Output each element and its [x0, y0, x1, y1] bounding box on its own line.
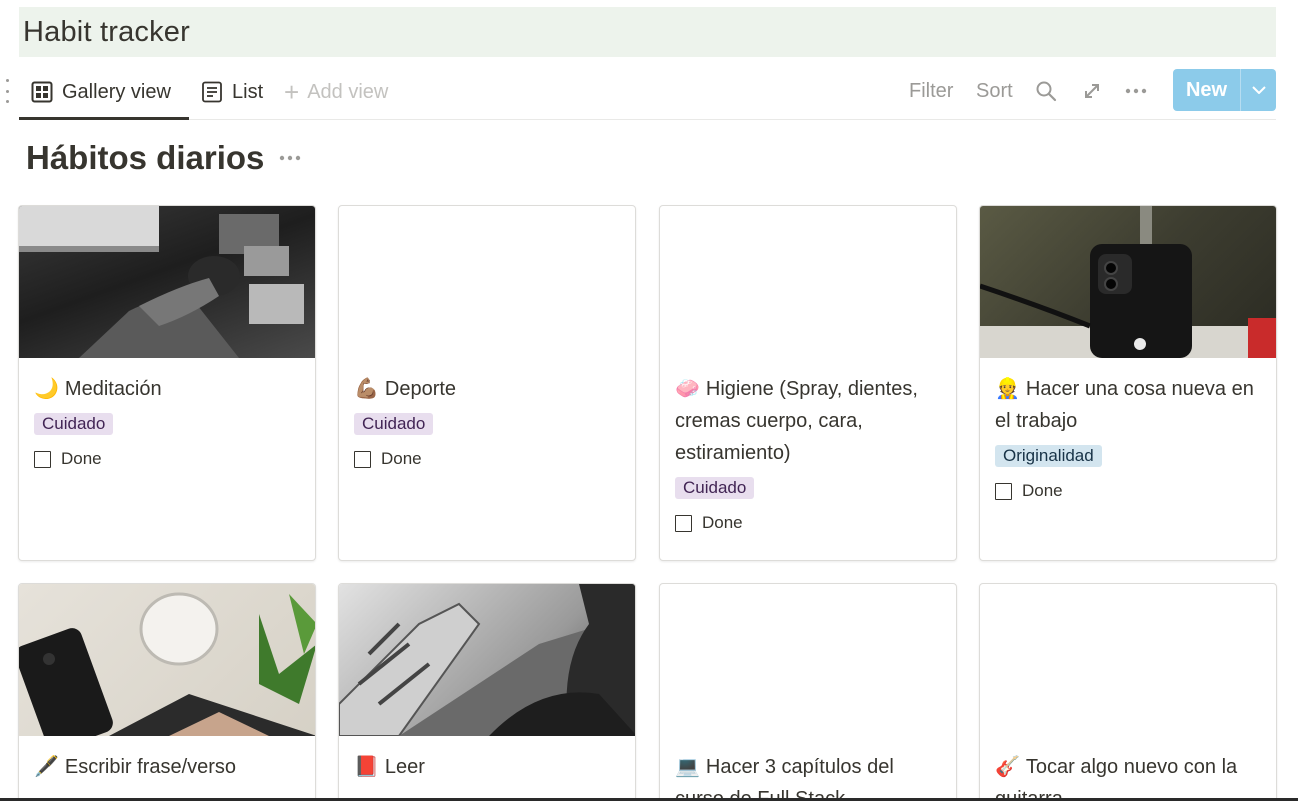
- gallery-card[interactable]: 💻 Hacer 3 capítulos del curso de Full Sta…: [659, 583, 957, 801]
- active-tab-indicator: [19, 117, 189, 120]
- card-title-text: Meditación: [64, 378, 162, 400]
- tag-badge: Cuidado: [354, 413, 434, 435]
- card-title-text: Leer: [384, 756, 425, 778]
- done-label: Done: [1022, 481, 1063, 500]
- new-button-label[interactable]: New: [1173, 69, 1240, 111]
- card-title[interactable]: 🖋️ Escribir frase/verso: [34, 750, 300, 783]
- done-label: Done: [381, 449, 422, 468]
- card-title[interactable]: 🧼 Higiene (Spray, dientes, cremas cuerpo,…: [675, 372, 941, 469]
- done-property: Done: [675, 513, 941, 533]
- plus-icon: +: [284, 77, 300, 107]
- more-options-icon[interactable]: [1123, 78, 1149, 104]
- database-title[interactable]: Hábitos diarios: [26, 136, 264, 180]
- card-cover-image: [19, 206, 315, 358]
- card-title-text: Deporte: [384, 378, 457, 400]
- card-cover-empty: [339, 206, 635, 358]
- card-title-text: Hacer una cosa nueva en el trabajo: [995, 378, 1254, 432]
- card-cover-image: [19, 584, 315, 736]
- list-doc-icon: [201, 81, 223, 103]
- drag-handle-icon[interactable]: [4, 79, 10, 103]
- card-title[interactable]: 🎸 Tocar algo nuevo con la guitarra: [995, 750, 1261, 801]
- gallery-card[interactable]: 📕 Leer: [338, 583, 636, 801]
- tab-gallery-label: Gallery view: [62, 80, 171, 103]
- soap-icon: 🧼: [675, 376, 700, 400]
- card-title-text: Higiene (Spray, dientes, cremas cuerpo, …: [675, 378, 918, 464]
- tag-badge: Cuidado: [675, 477, 755, 499]
- card-title[interactable]: 🌙 Meditación: [34, 372, 300, 405]
- sort-button[interactable]: Sort: [976, 80, 1013, 103]
- card-title[interactable]: 📕 Leer: [354, 750, 620, 783]
- gallery-grid-icon: [31, 81, 53, 103]
- page-title[interactable]: Habit tracker: [19, 7, 1276, 57]
- flexed-biceps-icon: 💪🏽: [354, 376, 379, 400]
- chevron-down-icon[interactable]: [1241, 69, 1276, 111]
- card-title-text: Escribir frase/verso: [64, 756, 237, 778]
- gallery-card[interactable]: 🎸 Tocar algo nuevo con la guitarra: [979, 583, 1277, 801]
- tab-gallery-view[interactable]: Gallery view: [31, 64, 171, 120]
- card-title-text: Hacer 3 capítulos del curso de Full Stac…: [675, 756, 894, 801]
- card-cover-empty: [980, 584, 1276, 736]
- gallery-card[interactable]: 🌙 Meditación Cuidado Done: [18, 205, 316, 561]
- done-property: Done: [995, 481, 1261, 501]
- card-cover-empty: [660, 206, 956, 358]
- done-property: Done: [34, 449, 300, 469]
- done-checkbox[interactable]: [354, 450, 371, 468]
- gallery-card[interactable]: 👷 Hacer una cosa nueva en el trabajo Orig…: [979, 205, 1277, 561]
- card-title[interactable]: 👷 Hacer una cosa nueva en el trabajo: [995, 372, 1261, 437]
- open-full-page-icon[interactable]: [1079, 78, 1105, 104]
- new-button[interactable]: New: [1173, 69, 1276, 111]
- done-label: Done: [702, 513, 743, 532]
- tag-badge: Originalidad: [995, 445, 1102, 467]
- laptop-icon: 💻: [675, 754, 700, 778]
- tab-list[interactable]: List: [201, 64, 263, 120]
- done-checkbox[interactable]: [675, 514, 692, 532]
- card-title[interactable]: 💻 Hacer 3 capítulos del curso de Full Sta…: [675, 750, 941, 801]
- card-cover-empty: [660, 584, 956, 736]
- crescent-moon-icon: 🌙: [34, 376, 59, 400]
- search-icon[interactable]: [1033, 78, 1059, 104]
- done-checkbox[interactable]: [34, 450, 51, 468]
- fountain-pen-icon: 🖋️: [34, 754, 59, 778]
- closed-book-icon: 📕: [354, 754, 379, 778]
- done-label: Done: [61, 449, 102, 468]
- tag-badge: Cuidado: [34, 413, 114, 435]
- card-cover-image: [980, 206, 1276, 358]
- view-toolbar: Gallery view List + Add view Filter Sort: [19, 64, 1276, 120]
- page-title-bar: Habit tracker: [19, 7, 1276, 57]
- gallery-card[interactable]: 💪🏽 Deporte Cuidado Done: [338, 205, 636, 561]
- gallery-card[interactable]: 🧼 Higiene (Spray, dientes, cremas cuerpo,…: [659, 205, 957, 561]
- filter-button[interactable]: Filter: [909, 80, 953, 103]
- card-title[interactable]: 💪🏽 Deporte: [354, 372, 620, 405]
- construction-worker-icon: 👷: [995, 376, 1020, 400]
- add-view-button[interactable]: + Add view: [284, 64, 388, 120]
- add-view-label: Add view: [307, 80, 389, 103]
- guitar-icon: 🎸: [995, 754, 1020, 778]
- card-title-text: Tocar algo nuevo con la guitarra: [995, 756, 1238, 801]
- tab-list-label: List: [232, 80, 264, 103]
- done-checkbox[interactable]: [995, 482, 1012, 500]
- database-more-icon[interactable]: [278, 146, 302, 170]
- card-cover-image: [339, 584, 635, 736]
- done-property: Done: [354, 449, 620, 469]
- gallery-card[interactable]: 🖋️ Escribir frase/verso: [18, 583, 316, 801]
